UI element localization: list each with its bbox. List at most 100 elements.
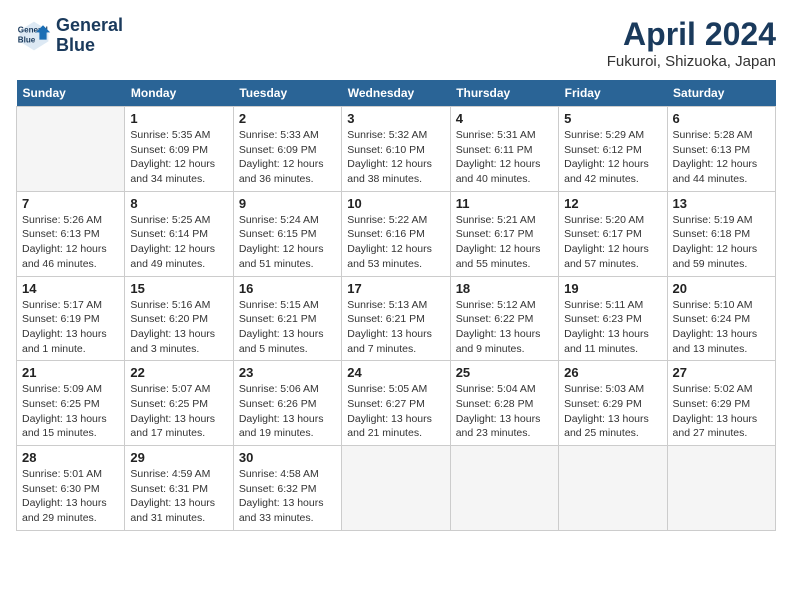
calendar-cell: 10 Sunrise: 5:22 AM Sunset: 6:16 PM Dayli… — [342, 191, 450, 276]
calendar-cell: 9 Sunrise: 5:24 AM Sunset: 6:15 PM Daylig… — [233, 191, 341, 276]
logo-icon: General Blue — [16, 18, 52, 54]
calendar-cell — [559, 446, 667, 531]
day-info: Sunrise: 5:02 AM Sunset: 6:29 PM Dayligh… — [673, 382, 770, 441]
day-number: 29 — [130, 450, 227, 465]
day-header-monday: Monday — [125, 80, 233, 107]
day-info: Sunrise: 5:10 AM Sunset: 6:24 PM Dayligh… — [673, 298, 770, 357]
day-number: 18 — [456, 281, 553, 296]
day-number: 7 — [22, 196, 119, 211]
day-header-tuesday: Tuesday — [233, 80, 341, 107]
calendar-table: SundayMondayTuesdayWednesdayThursdayFrid… — [16, 80, 776, 531]
day-number: 3 — [347, 111, 444, 126]
day-info: Sunrise: 5:21 AM Sunset: 6:17 PM Dayligh… — [456, 213, 553, 272]
day-number: 14 — [22, 281, 119, 296]
day-info: Sunrise: 5:24 AM Sunset: 6:15 PM Dayligh… — [239, 213, 336, 272]
day-number: 8 — [130, 196, 227, 211]
day-number: 13 — [673, 196, 770, 211]
day-number: 10 — [347, 196, 444, 211]
day-number: 26 — [564, 365, 661, 380]
header: General Blue General Blue April 2024 Fuk… — [16, 16, 776, 70]
logo-text: General Blue — [56, 16, 123, 56]
calendar-cell: 3Sunrise: 5:32 AM Sunset: 6:10 PM Daylig… — [342, 107, 450, 192]
day-number: 12 — [564, 196, 661, 211]
calendar-cell — [342, 446, 450, 531]
calendar-cell: 11 Sunrise: 5:21 AM Sunset: 6:17 PM Dayli… — [450, 191, 558, 276]
calendar-cell — [667, 446, 775, 531]
calendar-cell: 6Sunrise: 5:28 AM Sunset: 6:13 PM Daylig… — [667, 107, 775, 192]
day-number: 11 — [456, 196, 553, 211]
calendar-cell: 7 Sunrise: 5:26 AM Sunset: 6:13 PM Daylig… — [17, 191, 125, 276]
day-number: 4 — [456, 111, 553, 126]
day-number: 25 — [456, 365, 553, 380]
day-number: 17 — [347, 281, 444, 296]
day-number: 24 — [347, 365, 444, 380]
day-info: Sunrise: 5:05 AM Sunset: 6:27 PM Dayligh… — [347, 382, 444, 441]
day-info: Sunrise: 5:04 AM Sunset: 6:28 PM Dayligh… — [456, 382, 553, 441]
calendar-cell: 19 Sunrise: 5:11 AM Sunset: 6:23 PM Dayli… — [559, 276, 667, 361]
location: Fukuroi, Shizuoka, Japan — [607, 53, 776, 70]
day-number: 22 — [130, 365, 227, 380]
day-header-wednesday: Wednesday — [342, 80, 450, 107]
day-info: Sunrise: 5:26 AM Sunset: 6:13 PM Dayligh… — [22, 213, 119, 272]
day-number: 1 — [130, 111, 227, 126]
day-info: Sunrise: 5:29 AM Sunset: 6:12 PM Dayligh… — [564, 128, 661, 187]
day-number: 27 — [673, 365, 770, 380]
calendar-cell — [17, 107, 125, 192]
title-area: April 2024 Fukuroi, Shizuoka, Japan — [607, 16, 776, 70]
day-info: Sunrise: 5:15 AM Sunset: 6:21 PM Dayligh… — [239, 298, 336, 357]
day-number: 6 — [673, 111, 770, 126]
calendar-cell: 16 Sunrise: 5:15 AM Sunset: 6:21 PM Dayli… — [233, 276, 341, 361]
day-info: Sunrise: 5:11 AM Sunset: 6:23 PM Dayligh… — [564, 298, 661, 357]
day-number: 28 — [22, 450, 119, 465]
day-info: Sunrise: 5:19 AM Sunset: 6:18 PM Dayligh… — [673, 213, 770, 272]
calendar-cell: 5 Sunrise: 5:29 AM Sunset: 6:12 PM Daylig… — [559, 107, 667, 192]
day-info: Sunrise: 5:20 AM Sunset: 6:17 PM Dayligh… — [564, 213, 661, 272]
day-number: 2 — [239, 111, 336, 126]
day-info: Sunrise: 5:31 AM Sunset: 6:11 PM Dayligh… — [456, 128, 553, 187]
day-number: 20 — [673, 281, 770, 296]
day-info: Sunrise: 5:06 AM Sunset: 6:26 PM Dayligh… — [239, 382, 336, 441]
day-info: Sunrise: 5:01 AM Sunset: 6:30 PM Dayligh… — [22, 467, 119, 526]
day-info: Sunrise: 4:59 AM Sunset: 6:31 PM Dayligh… — [130, 467, 227, 526]
day-number: 16 — [239, 281, 336, 296]
calendar-cell: 28 Sunrise: 5:01 AM Sunset: 6:30 PM Dayli… — [17, 446, 125, 531]
day-info: Sunrise: 5:03 AM Sunset: 6:29 PM Dayligh… — [564, 382, 661, 441]
day-header-friday: Friday — [559, 80, 667, 107]
calendar-cell: 15 Sunrise: 5:16 AM Sunset: 6:20 PM Dayli… — [125, 276, 233, 361]
calendar-cell: 25 Sunrise: 5:04 AM Sunset: 6:28 PM Dayli… — [450, 361, 558, 446]
day-number: 5 — [564, 111, 661, 126]
calendar-cell: 27 Sunrise: 5:02 AM Sunset: 6:29 PM Dayli… — [667, 361, 775, 446]
day-number: 23 — [239, 365, 336, 380]
day-header-thursday: Thursday — [450, 80, 558, 107]
calendar-cell: 21 Sunrise: 5:09 AM Sunset: 6:25 PM Dayli… — [17, 361, 125, 446]
day-info: Sunrise: 4:58 AM Sunset: 6:32 PM Dayligh… — [239, 467, 336, 526]
calendar-cell: 24 Sunrise: 5:05 AM Sunset: 6:27 PM Dayli… — [342, 361, 450, 446]
day-info: Sunrise: 5:22 AM Sunset: 6:16 PM Dayligh… — [347, 213, 444, 272]
day-number: 15 — [130, 281, 227, 296]
day-number: 30 — [239, 450, 336, 465]
calendar-cell: 30 Sunrise: 4:58 AM Sunset: 6:32 PM Dayli… — [233, 446, 341, 531]
day-number: 19 — [564, 281, 661, 296]
day-header-saturday: Saturday — [667, 80, 775, 107]
calendar-cell: 8 Sunrise: 5:25 AM Sunset: 6:14 PM Daylig… — [125, 191, 233, 276]
calendar-cell: 13 Sunrise: 5:19 AM Sunset: 6:18 PM Dayli… — [667, 191, 775, 276]
calendar-cell: 20 Sunrise: 5:10 AM Sunset: 6:24 PM Dayli… — [667, 276, 775, 361]
day-info: Sunrise: 5:33 AM Sunset: 6:09 PM Dayligh… — [239, 128, 336, 187]
day-info: Sunrise: 5:25 AM Sunset: 6:14 PM Dayligh… — [130, 213, 227, 272]
day-number: 9 — [239, 196, 336, 211]
day-info: Sunrise: 5:35 AM Sunset: 6:09 PM Dayligh… — [130, 128, 227, 187]
calendar-cell: 18 Sunrise: 5:12 AM Sunset: 6:22 PM Dayli… — [450, 276, 558, 361]
day-number: 21 — [22, 365, 119, 380]
calendar-cell: 29 Sunrise: 4:59 AM Sunset: 6:31 PM Dayli… — [125, 446, 233, 531]
calendar-cell: 17Sunrise: 5:13 AM Sunset: 6:21 PM Dayli… — [342, 276, 450, 361]
month-title: April 2024 — [607, 16, 776, 53]
calendar-cell: 12 Sunrise: 5:20 AM Sunset: 6:17 PM Dayli… — [559, 191, 667, 276]
day-info: Sunrise: 5:09 AM Sunset: 6:25 PM Dayligh… — [22, 382, 119, 441]
calendar-cell: 4 Sunrise: 5:31 AM Sunset: 6:11 PM Daylig… — [450, 107, 558, 192]
day-info: Sunrise: 5:12 AM Sunset: 6:22 PM Dayligh… — [456, 298, 553, 357]
day-info: Sunrise: 5:16 AM Sunset: 6:20 PM Dayligh… — [130, 298, 227, 357]
calendar-cell: 26 Sunrise: 5:03 AM Sunset: 6:29 PM Dayli… — [559, 361, 667, 446]
calendar-cell: 1 Sunrise: 5:35 AM Sunset: 6:09 PM Daylig… — [125, 107, 233, 192]
calendar-cell: 22Sunrise: 5:07 AM Sunset: 6:25 PM Dayli… — [125, 361, 233, 446]
day-header-sunday: Sunday — [17, 80, 125, 107]
